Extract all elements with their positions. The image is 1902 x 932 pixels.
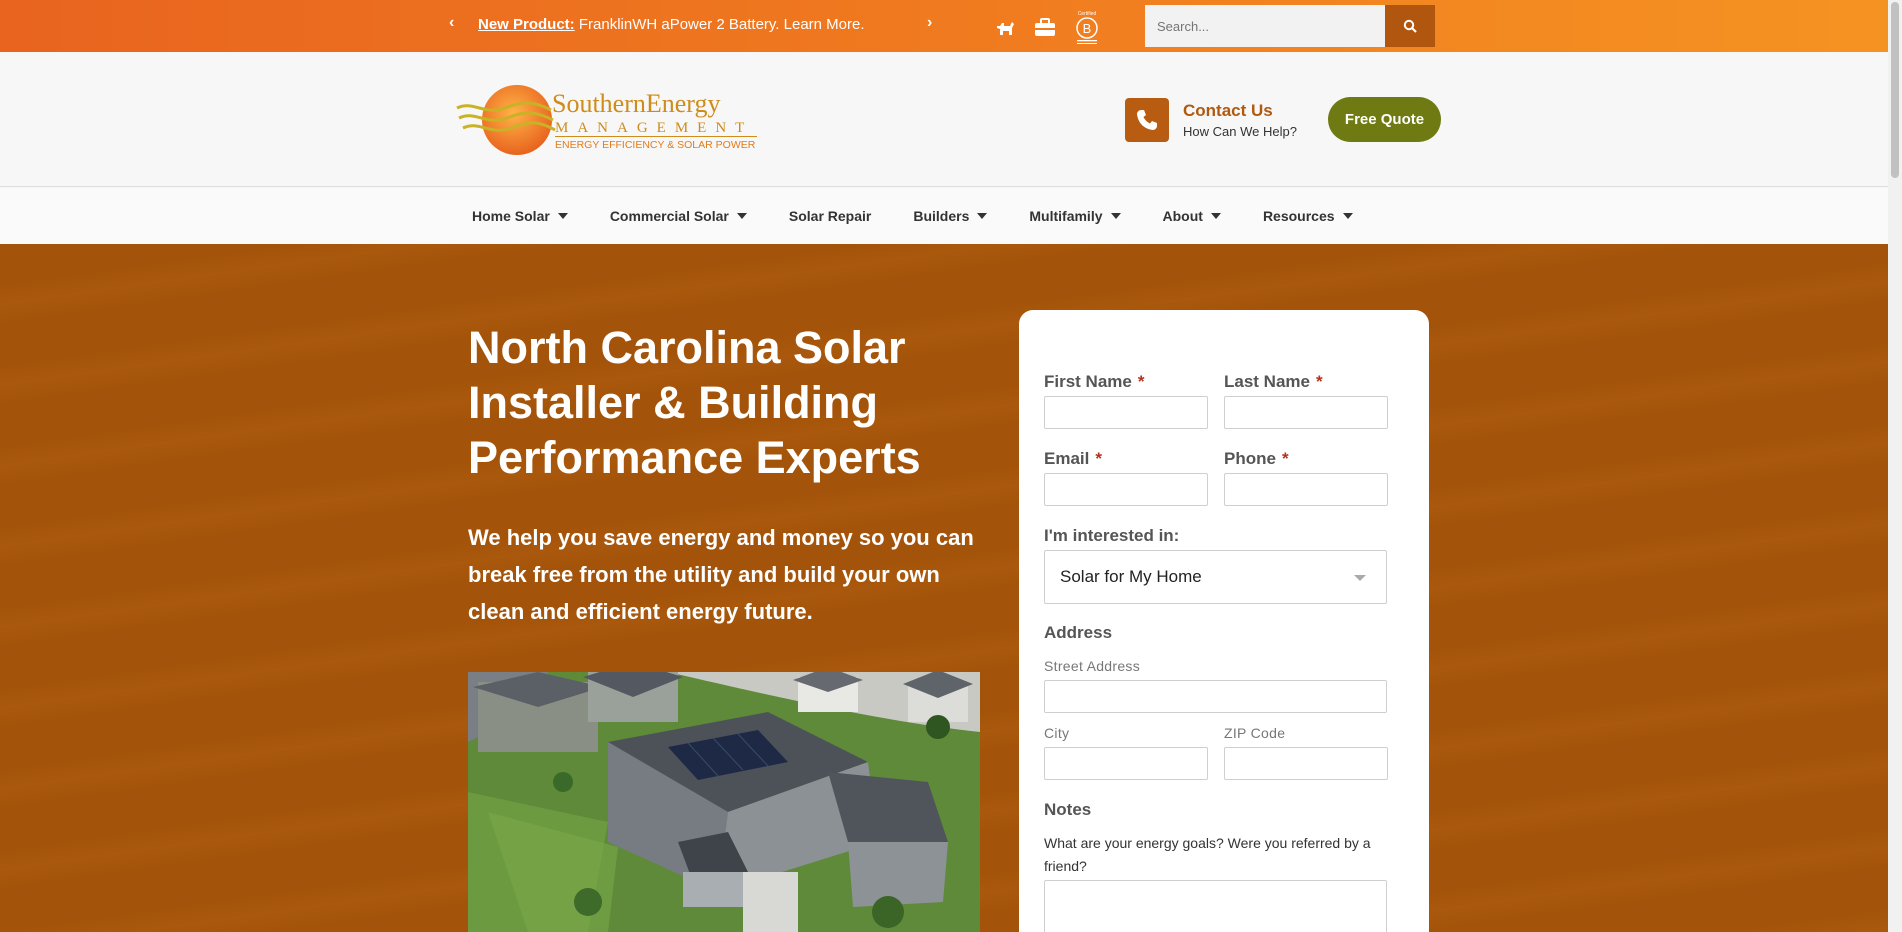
caret-down-icon	[1342, 213, 1353, 219]
nav-item-label: Multifamily	[1029, 208, 1103, 224]
aerial-house-solar-photo	[468, 672, 980, 932]
announcement-lead: New Product:	[478, 16, 575, 33]
briefcase-icon[interactable]	[1034, 18, 1056, 38]
notes-label: Notes	[1044, 800, 1092, 819]
nav-item-label: Home Solar	[472, 208, 550, 224]
email-field[interactable]	[1044, 473, 1208, 506]
caret-down-icon	[1210, 213, 1221, 219]
interest-select[interactable]: Solar for My Home	[1044, 550, 1387, 604]
last-name-label: Last Name *	[1224, 372, 1323, 391]
top-icon-group: Certified B	[994, 10, 1100, 46]
caret-down-icon	[736, 213, 747, 219]
page-scrollbar[interactable]	[1888, 0, 1902, 932]
city-label: City	[1044, 725, 1070, 741]
announcement-bar: ‹ New Product: FranklinWH aPower 2 Batte…	[0, 0, 1888, 52]
main-navigation: Home Solar Commercial Solar Solar Repair…	[0, 188, 1888, 244]
email-label: Email *	[1044, 449, 1102, 468]
contact-subtitle: How Can We Help?	[1183, 124, 1297, 139]
nav-item-label: Solar Repair	[788, 208, 872, 224]
first-name-label: First Name *	[1044, 372, 1145, 391]
caret-down-icon	[977, 213, 988, 219]
notes-textarea[interactable]	[1044, 880, 1387, 932]
site-header: SouthernEnergy MANAGEMENT ENERGY EFFICIE…	[0, 52, 1888, 187]
search-input[interactable]	[1145, 5, 1385, 47]
logo-tagline: ENERGY EFFICIENCY & SOLAR POWER	[555, 139, 756, 151]
hero-section: North Carolina Solar Installer & Buildin…	[0, 244, 1888, 932]
site-logo[interactable]: SouthernEnergy MANAGEMENT ENERGY EFFICIE…	[455, 82, 775, 167]
free-quote-button[interactable]: Free Quote	[1328, 97, 1441, 142]
nav-item-solar-repair[interactable]: Solar Repair	[775, 208, 885, 224]
nav-item-home-solar[interactable]: Home Solar	[458, 208, 582, 224]
interest-label: I'm interested in:	[1044, 526, 1180, 545]
quote-form-card: First Name * Last Name * Email * Phone * I'm…	[1019, 310, 1429, 932]
nav-item-label: Builders	[913, 208, 970, 224]
logo-line1: SouthernEnergy	[552, 89, 721, 118]
site-search	[1145, 5, 1435, 47]
nav-item-resources[interactable]: Resources	[1249, 208, 1367, 224]
search-icon	[1403, 19, 1417, 33]
nav-item-commercial-solar[interactable]: Commercial Solar	[596, 208, 761, 224]
address-label: Address	[1044, 623, 1113, 642]
caret-down-icon	[557, 213, 568, 219]
nav-item-label: Commercial Solar	[609, 208, 729, 224]
city-field[interactable]	[1044, 747, 1208, 780]
street-address-label: Street Address	[1044, 658, 1141, 674]
announcement-link[interactable]: New Product: FranklinWH aPower 2 Battery…	[478, 16, 865, 33]
svg-text:B: B	[1083, 21, 1092, 36]
interest-selected-value: Solar for My Home	[1060, 567, 1202, 586]
contact-us-link[interactable]: Contact Us How Can We Help?	[1125, 98, 1297, 142]
announcement-next-arrow[interactable]: ›	[927, 14, 932, 32]
hero-title: North Carolina Solar Installer & Buildin…	[468, 322, 921, 483]
nav-item-label: About	[1162, 208, 1203, 224]
hero-lead: We help you save energy and money so you…	[468, 525, 974, 624]
phone-field[interactable]	[1224, 473, 1388, 506]
phone-label: Phone *	[1224, 449, 1289, 468]
dog-icon[interactable]	[994, 17, 1016, 39]
nav-item-multifamily[interactable]: Multifamily	[1015, 208, 1134, 224]
zip-label: ZIP Code	[1224, 725, 1286, 741]
svg-text:Certified: Certified	[1078, 11, 1097, 17]
logo-line2: MANAGEMENT	[555, 120, 753, 136]
last-name-field[interactable]	[1224, 396, 1388, 429]
nav-item-label: Resources	[1262, 208, 1335, 224]
announcement-prev-arrow[interactable]: ‹	[449, 14, 454, 32]
zip-code-field[interactable]	[1224, 747, 1388, 780]
phone-icon	[1125, 98, 1169, 142]
notes-description: What are your energy goals? Were you ref…	[1044, 835, 1371, 874]
contact-title: Contact Us	[1183, 101, 1273, 120]
street-address-field[interactable]	[1044, 680, 1387, 713]
nav-item-builders[interactable]: Builders	[899, 208, 1001, 224]
nav-item-about[interactable]: About	[1149, 208, 1235, 224]
announcement-text: FranklinWH aPower 2 Battery. Learn More.	[574, 16, 865, 33]
chevron-down-icon	[1354, 575, 1366, 581]
caret-down-icon	[1110, 213, 1121, 219]
scrollbar-thumb[interactable]	[1891, 2, 1899, 178]
b-corp-certified-icon[interactable]: Certified B	[1074, 10, 1100, 46]
search-button[interactable]	[1385, 5, 1435, 47]
first-name-field[interactable]	[1044, 396, 1208, 429]
